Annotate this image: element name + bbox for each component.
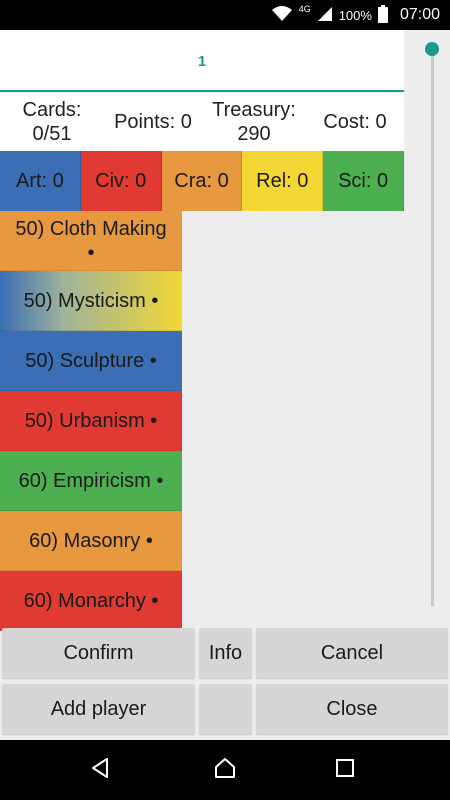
category-sci[interactable]: Sci: 0 — [323, 151, 404, 211]
cancel-button[interactable]: Cancel — [256, 628, 448, 678]
confirm-button[interactable]: Confirm — [2, 628, 195, 678]
tab-player-1[interactable]: 1 — [0, 30, 404, 92]
battery-icon — [377, 4, 388, 26]
card-urbanism[interactable]: 50) Urbanism • — [0, 391, 182, 451]
clock: 07:00 — [399, 6, 440, 23]
cards-line-1: Cards: — [22, 99, 82, 121]
cards-line-2: 0/51 — [32, 123, 72, 145]
home-button[interactable] — [195, 740, 255, 800]
treasury-stat: Treasury: 290 — [202, 98, 306, 146]
category-civ[interactable]: Civ: 0 — [80, 151, 162, 211]
navigation-bar — [0, 740, 450, 800]
back-button[interactable] — [70, 740, 130, 800]
recents-icon — [335, 758, 355, 783]
card-empiricism[interactable]: 60) Empiricism • — [0, 451, 182, 511]
signal-icon — [317, 6, 333, 25]
stats-row: Cards: 0/51 Points: 0 Treasury: 290 Cost… — [0, 93, 404, 151]
cards-stat: Cards: 0/51 — [0, 98, 104, 146]
vertical-slider-thumb[interactable] — [425, 42, 439, 56]
category-rel[interactable]: Rel: 0 — [242, 151, 324, 211]
category-row: Art: 0 Civ: 0 Cra: 0 Rel: 0 Sci: 0 — [0, 151, 404, 211]
network-type: 4G — [298, 4, 311, 14]
status-bar: 4G 100% 07:00 — [0, 0, 450, 30]
card-monarchy[interactable]: 60) Monarchy • — [0, 571, 182, 631]
treasury-line-1: Treasury: — [212, 99, 296, 121]
back-icon — [89, 757, 111, 784]
category-art[interactable]: Art: 0 — [0, 151, 81, 211]
wifi-icon — [271, 5, 293, 26]
battery-percent: 100% — [338, 7, 372, 23]
home-icon — [213, 756, 237, 785]
card-masonry[interactable]: 60) Masonry • — [0, 511, 182, 571]
points-stat: Points: 0 — [114, 111, 192, 133]
card-sculpture[interactable]: 50) Sculpture • — [0, 331, 182, 391]
app-content: 1 Cards: 0/51 Points: 0 Treasury: 290 Co… — [0, 30, 450, 740]
close-button[interactable]: Close — [256, 684, 448, 734]
button-area: Confirm Info Cancel Add player Close — [0, 626, 450, 740]
recents-button[interactable] — [315, 740, 375, 800]
status-icons: 4G 100% 07:00 — [271, 0, 440, 30]
card-cloth-making[interactable]: 50) Cloth Making • — [0, 211, 182, 271]
category-cra[interactable]: Cra: 0 — [161, 151, 243, 211]
vertical-slider-track[interactable] — [431, 48, 434, 606]
cost-stat: Cost: 0 — [323, 111, 387, 133]
blank-button[interactable] — [199, 684, 252, 734]
add-player-button[interactable]: Add player — [2, 684, 195, 734]
treasury-line-2: 290 — [237, 123, 271, 145]
tab-indicator — [0, 90, 404, 92]
card-mysticism[interactable]: 50) Mysticism • — [0, 271, 182, 331]
card-list: 50) Cloth Making • 50) Mysticism • 50) S… — [0, 211, 182, 631]
info-button[interactable]: Info — [199, 628, 252, 678]
